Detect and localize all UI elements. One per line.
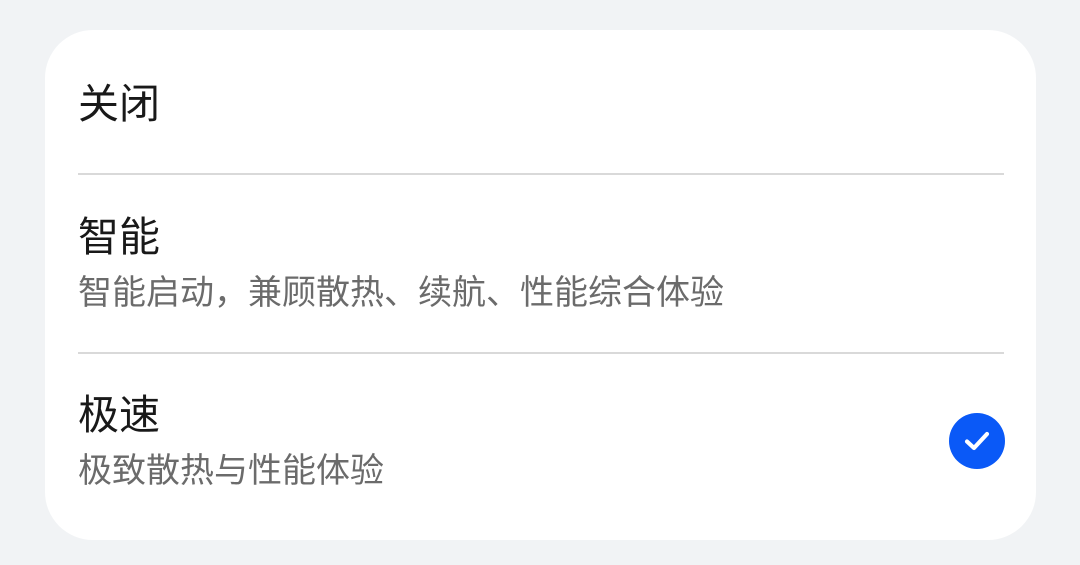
option-turbo-title: 极速 bbox=[78, 391, 160, 439]
check-icon bbox=[964, 431, 990, 451]
option-turbo[interactable]: 极速 极致散热与性能体验 bbox=[78, 391, 1004, 491]
option-off-title: 关闭 bbox=[78, 80, 160, 128]
option-smart[interactable]: 智能 智能启动，兼顾散热、续航、性能综合体验 bbox=[78, 213, 1004, 313]
option-smart-description: 智能启动，兼顾散热、续航、性能综合体验 bbox=[78, 273, 724, 313]
option-off[interactable]: 关闭 bbox=[78, 80, 1004, 140]
checkmark-circle-icon bbox=[949, 413, 1005, 469]
mode-options-card: 关闭 智能 智能启动，兼顾散热、续航、性能综合体验 极速 极致散热与性能体验 bbox=[45, 30, 1036, 540]
option-turbo-description: 极致散热与性能体验 bbox=[78, 451, 384, 491]
divider bbox=[78, 173, 1004, 175]
divider bbox=[78, 352, 1004, 354]
option-smart-title: 智能 bbox=[78, 213, 160, 261]
